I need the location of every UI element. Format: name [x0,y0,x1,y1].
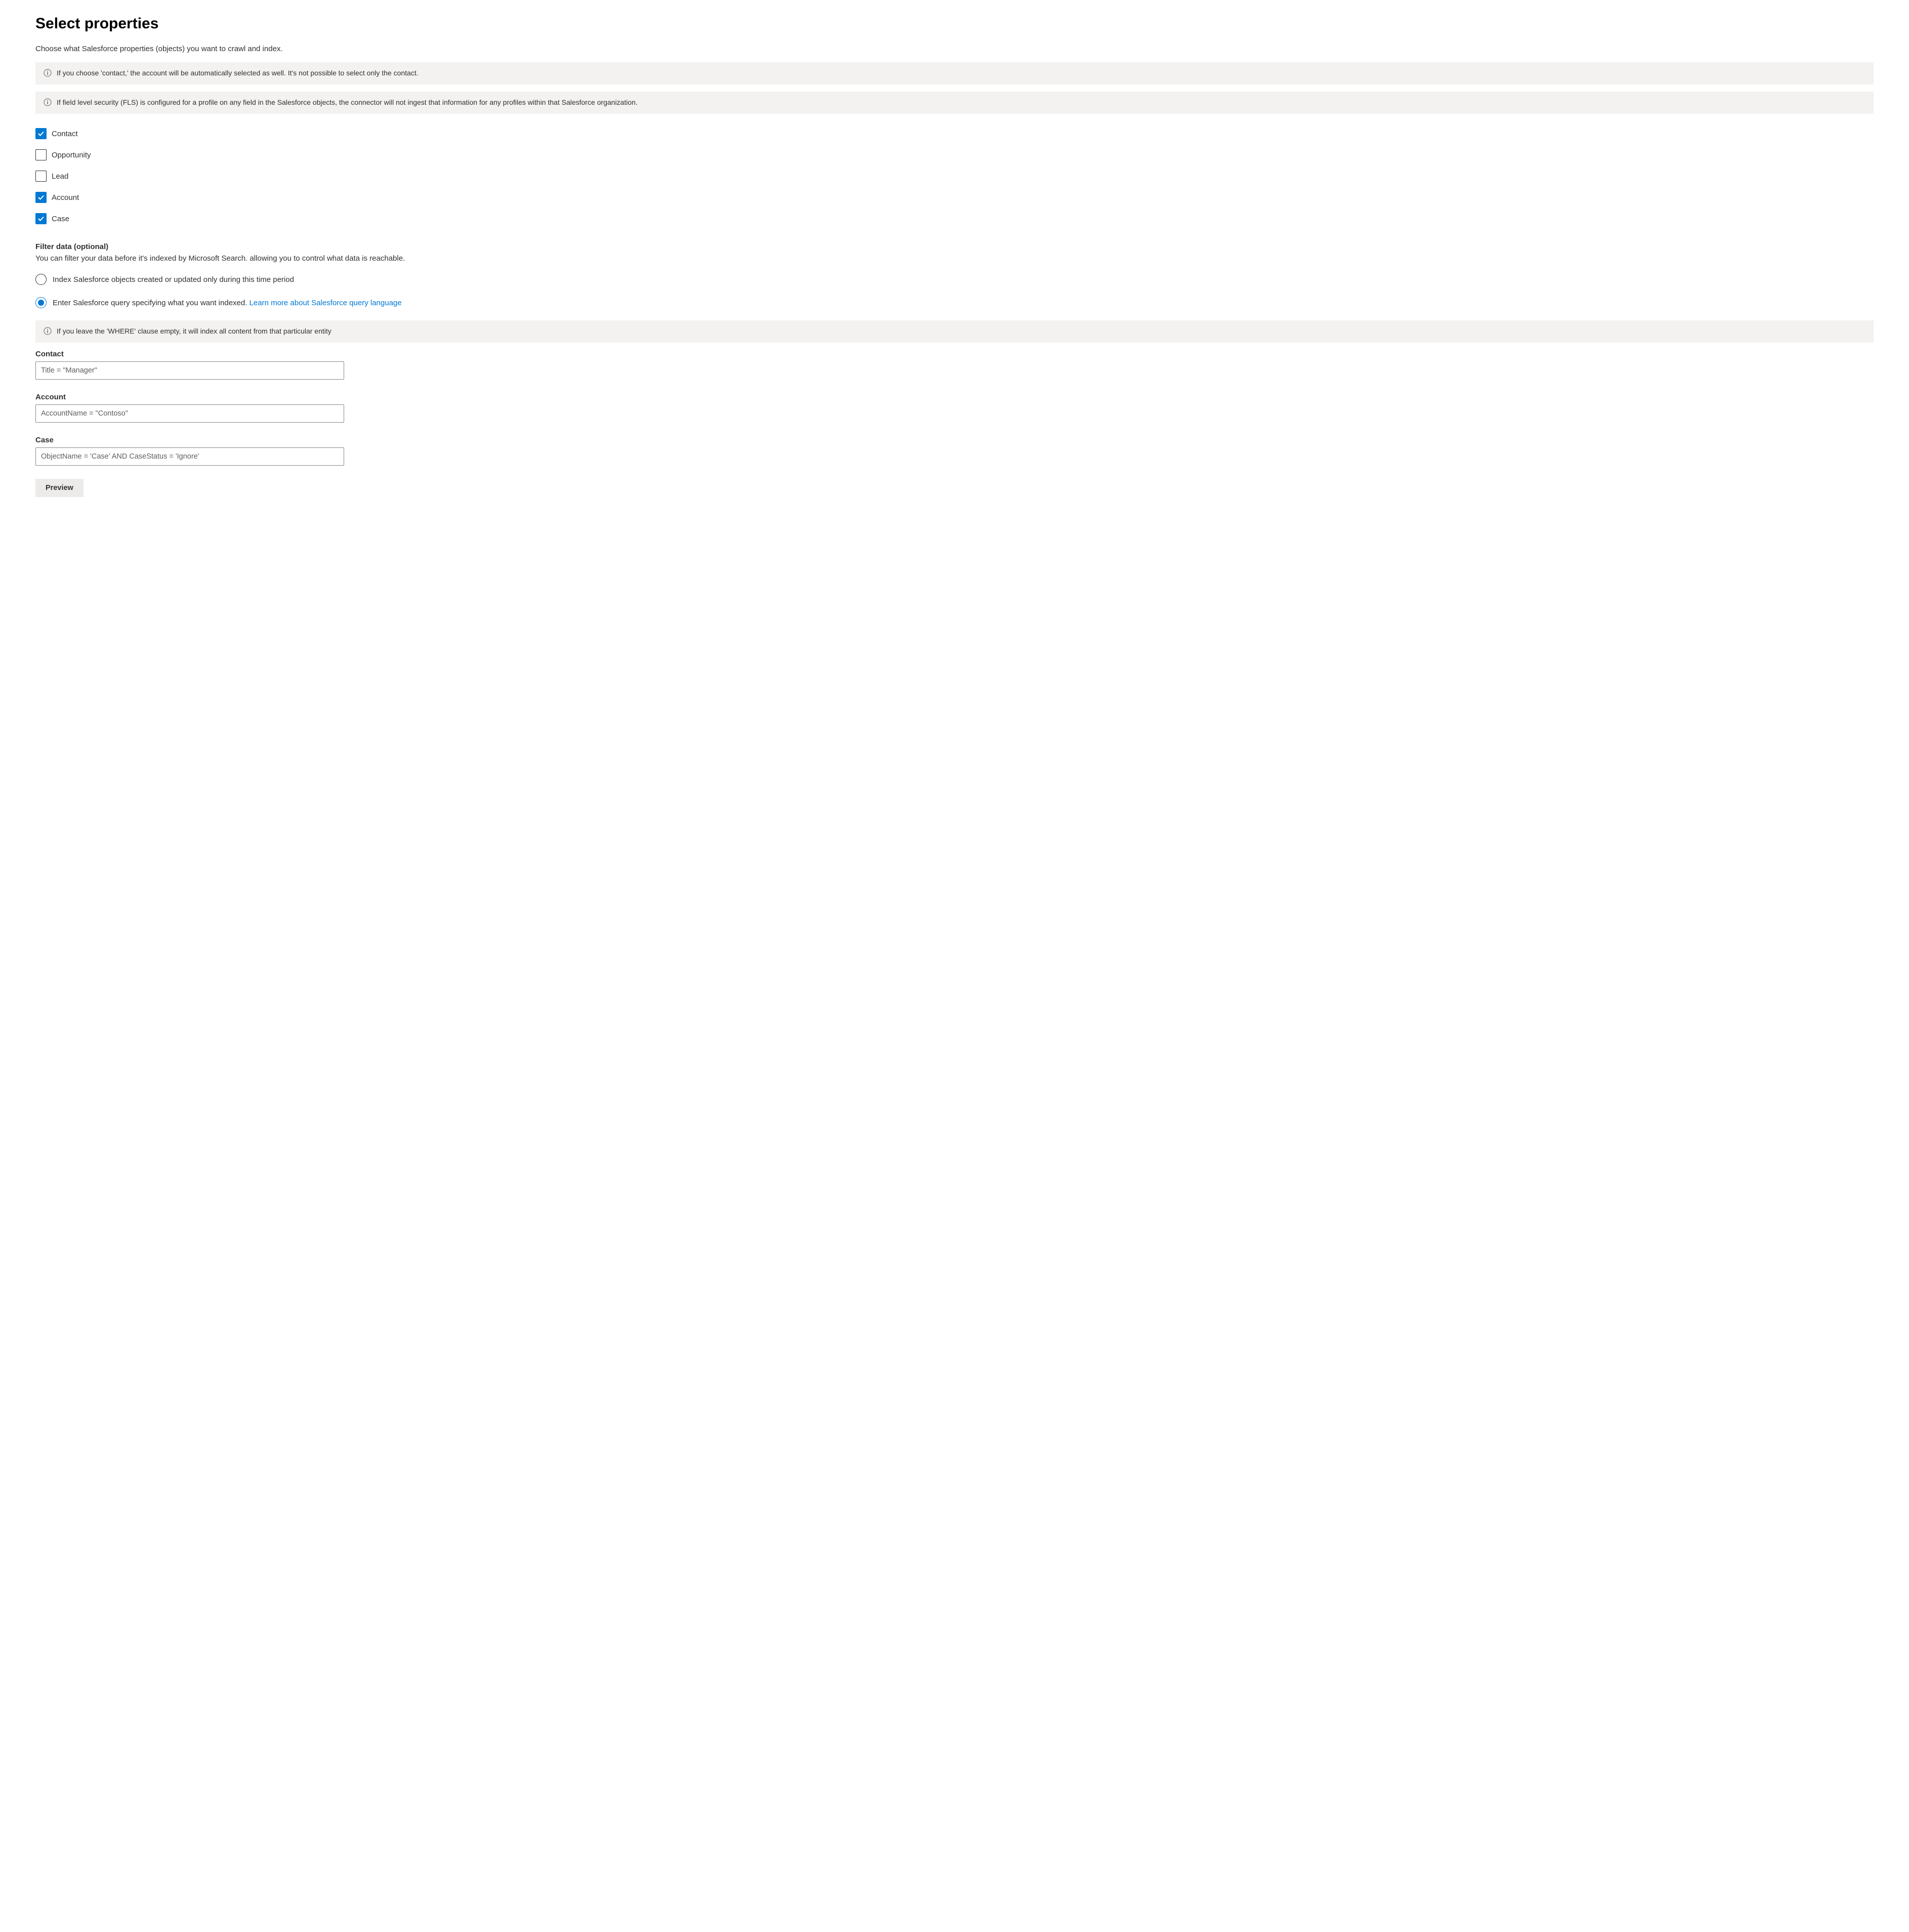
info-icon [44,327,52,337]
query-field-contact: Contact [35,350,1874,380]
info-banner-where: If you leave the 'WHERE' clause empty, i… [35,320,1874,343]
checkbox-account[interactable]: Account [35,192,1874,203]
learn-more-link[interactable]: Learn more about Salesforce query langua… [250,299,402,307]
preview-button[interactable]: Preview [35,479,84,497]
query-input-case[interactable] [35,447,344,466]
radio-query[interactable]: Enter Salesforce query specifying what y… [35,297,1874,308]
info-icon [44,98,52,108]
radio-button[interactable] [35,274,47,285]
radio-label: Enter Salesforce query specifying what y… [53,299,402,307]
radio-label-text: Enter Salesforce query specifying what y… [53,299,250,307]
checkbox-box[interactable] [35,128,47,139]
page-title: Select properties [35,15,1874,32]
object-checkbox-list: Contact Opportunity Lead Account Case [35,128,1874,224]
field-label: Contact [35,350,1874,358]
checkbox-box[interactable] [35,192,47,203]
checkbox-contact[interactable]: Contact [35,128,1874,139]
checkbox-lead[interactable]: Lead [35,171,1874,182]
checkbox-label: Account [52,193,79,202]
checkbox-label: Lead [52,172,68,181]
checkbox-opportunity[interactable]: Opportunity [35,149,1874,160]
query-field-case: Case [35,436,1874,466]
checkbox-label: Opportunity [52,151,91,159]
radio-label: Index Salesforce objects created or upda… [53,275,294,284]
checkbox-label: Contact [52,130,78,138]
checkbox-box[interactable] [35,149,47,160]
info-banner-contact: If you choose 'contact,' the account wil… [35,62,1874,85]
filter-sub: You can filter your data before it's ind… [35,254,1874,263]
radio-button[interactable] [35,297,47,308]
checkbox-box[interactable] [35,213,47,224]
checkbox-label: Case [52,215,69,223]
info-banner-message: If you leave the 'WHERE' clause empty, i… [57,326,331,337]
info-banner-message: If you choose 'contact,' the account wil… [57,68,419,78]
info-icon [44,69,52,78]
info-banner-message: If field level security (FLS) is configu… [57,98,638,108]
checkbox-case[interactable]: Case [35,213,1874,224]
page-subtitle: Choose what Salesforce properties (objec… [35,45,1874,53]
info-banner-fls: If field level security (FLS) is configu… [35,92,1874,114]
checkbox-box[interactable] [35,171,47,182]
query-input-account[interactable] [35,404,344,423]
query-input-contact[interactable] [35,361,344,380]
field-label: Case [35,436,1874,444]
field-label: Account [35,393,1874,401]
query-field-account: Account [35,393,1874,423]
radio-time-period[interactable]: Index Salesforce objects created or upda… [35,274,1874,285]
filter-heading: Filter data (optional) [35,242,1874,251]
